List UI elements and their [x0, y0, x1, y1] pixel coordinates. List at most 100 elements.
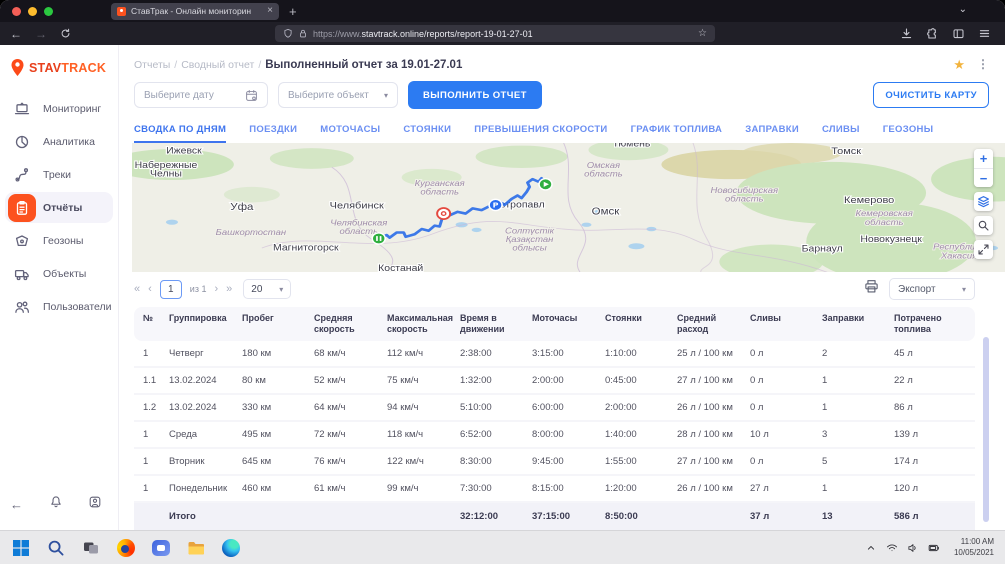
- table-cell: Четверг: [169, 348, 242, 359]
- report-tab[interactable]: ГЕОЗОНЫ: [883, 124, 934, 143]
- map[interactable]: ИжевскНабережныеЧелныУфаЧелябинскМагнито…: [132, 143, 1005, 272]
- print-button[interactable]: [864, 279, 879, 299]
- pause-marker[interactable]: [372, 233, 385, 244]
- table-cell: 2:00:00: [532, 375, 605, 386]
- browser-tab[interactable]: СтавТрак - Онлайн мониторин ×: [111, 3, 279, 20]
- sidebar-item-reports[interactable]: Отчёты: [5, 192, 113, 223]
- zoom-in-button[interactable]: +: [974, 149, 993, 168]
- window-close-button[interactable]: [12, 7, 21, 16]
- back-button[interactable]: ←: [10, 28, 22, 40]
- window-minimize-button[interactable]: [28, 7, 37, 16]
- map-region-label: Омскаяобласть: [584, 161, 623, 179]
- last-page-button[interactable]: »: [226, 284, 232, 295]
- taskbar-start-icon[interactable]: [12, 539, 30, 557]
- map-city-label: Магнитогорск: [273, 243, 339, 253]
- tray-chevron-up-icon[interactable]: [865, 542, 877, 554]
- taskbar-chat-icon[interactable]: [152, 540, 170, 556]
- sidebar-item-analytics[interactable]: Аналитика: [5, 126, 113, 157]
- tab-close-icon[interactable]: ×: [267, 6, 273, 16]
- url-bar[interactable]: https://www.stavtrack.online/reports/rep…: [275, 25, 715, 42]
- report-tab[interactable]: ПРЕВЫШЕНИЯ СКОРОСТИ: [474, 124, 607, 143]
- svg-text:P: P: [493, 201, 499, 209]
- collapse-sidebar-icon[interactable]: ←: [10, 498, 23, 511]
- app-logo: STAVTRACK: [0, 45, 118, 89]
- taskbar-task-view-icon[interactable]: [82, 539, 100, 557]
- battery-icon[interactable]: [928, 542, 940, 554]
- map-layers-button[interactable]: [974, 192, 993, 211]
- page-scrollbar[interactable]: [983, 337, 989, 522]
- favorite-star-icon[interactable]: ★: [953, 58, 965, 71]
- taskbar-apps: [8, 539, 240, 557]
- downloads-icon[interactable]: [900, 27, 913, 40]
- date-picker-input[interactable]: Выберите дату: [134, 82, 268, 108]
- map-canvas[interactable]: ИжевскНабережныеЧелныУфаЧелябинскМагнито…: [132, 143, 1005, 272]
- sidebar-item-geozones[interactable]: Геозоны: [5, 225, 113, 256]
- menu-icon[interactable]: [978, 27, 991, 40]
- map-search-button[interactable]: [974, 216, 993, 235]
- report-tab[interactable]: МОТОЧАСЫ: [320, 124, 380, 143]
- report-tab[interactable]: СВОДКА ПО ДНЯМ: [134, 124, 226, 143]
- table-row[interactable]: 1Четверг180 км68 км/ч112 км/ч2:38:003:15…: [134, 341, 975, 368]
- taskbar-search-icon[interactable]: [47, 539, 65, 557]
- lock-icon[interactable]: [298, 28, 308, 39]
- report-tab[interactable]: СЛИВЫ: [822, 124, 860, 143]
- tracking-shield-icon[interactable]: [283, 28, 293, 39]
- sidebar-item-monitoring[interactable]: Мониторинг: [5, 93, 113, 124]
- breadcrumb-separator: /: [174, 59, 177, 71]
- current-page-input[interactable]: 1: [160, 280, 182, 299]
- extensions-icon[interactable]: [926, 27, 939, 40]
- reload-button[interactable]: [60, 28, 71, 39]
- account-icon[interactable]: [88, 495, 102, 514]
- report-tab[interactable]: ПОЕЗДКИ: [249, 124, 297, 143]
- volume-icon[interactable]: [907, 542, 919, 554]
- report-tab[interactable]: СТОЯНКИ: [403, 124, 451, 143]
- bookmark-star-icon[interactable]: ☆: [698, 28, 707, 39]
- table-row[interactable]: 1Понедельник460 км61 км/ч99 км/ч7:30:008…: [134, 476, 975, 503]
- table-row[interactable]: 1Вторник645 км76 км/ч122 км/ч8:30:009:45…: [134, 449, 975, 476]
- report-tab[interactable]: ГРАФИК ТОПЛИВА: [631, 124, 723, 143]
- window-maximize-button[interactable]: [44, 7, 53, 16]
- clear-map-button[interactable]: ОЧИСТИТЬ КАРТУ: [873, 82, 989, 108]
- parking-marker[interactable]: P: [489, 199, 502, 210]
- zoom-out-button[interactable]: −: [974, 168, 993, 187]
- logo-text: STAVTRACK: [29, 59, 106, 77]
- taskbar-firefox-icon[interactable]: [117, 539, 135, 557]
- map-fullscreen-button[interactable]: [974, 240, 993, 259]
- table-row[interactable]: 1.113.02.202480 км52 км/ч75 км/ч1:32:002…: [134, 368, 975, 395]
- table-cell: 180 км: [242, 348, 314, 359]
- taskbar-file-explorer-icon[interactable]: [187, 539, 205, 557]
- object-select[interactable]: Выберите объект ▾: [278, 82, 398, 108]
- breadcrumb-item[interactable]: Отчеты: [134, 59, 170, 71]
- breadcrumb-item[interactable]: Сводный отчет: [181, 59, 254, 71]
- table-cell: 28 л / 100 км: [677, 429, 750, 440]
- sidebar-toggle-icon[interactable]: [952, 27, 965, 40]
- taskbar-edge-icon[interactable]: [222, 539, 240, 557]
- next-page-button[interactable]: ›: [214, 284, 218, 295]
- calendar-icon: [245, 89, 258, 102]
- finish-marker[interactable]: [539, 179, 552, 190]
- notifications-bell-icon[interactable]: [49, 495, 63, 514]
- table-cell: 139 л: [894, 429, 975, 440]
- sidebar-item-tracks[interactable]: Треки: [5, 159, 113, 190]
- report-tab[interactable]: ЗАПРАВКИ: [745, 124, 799, 143]
- taskbar-clock[interactable]: 11:00 AM 10/05/2021: [954, 537, 997, 558]
- prev-page-button[interactable]: ‹: [148, 284, 152, 295]
- page-size-select[interactable]: 20 ▾: [243, 279, 291, 299]
- kebab-menu-icon[interactable]: ⋮: [977, 58, 989, 70]
- wifi-icon[interactable]: [886, 542, 898, 554]
- table-row[interactable]: 1.213.02.2024330 км64 км/ч94 км/ч5:10:00…: [134, 395, 975, 422]
- forward-button[interactable]: →: [35, 28, 47, 40]
- run-report-button[interactable]: ВЫПОЛНИТЬ ОТЧЕТ: [408, 81, 542, 109]
- table-row[interactable]: 1Среда495 км72 км/ч118 км/ч6:52:008:00:0…: [134, 422, 975, 449]
- tab-list-chevron-icon[interactable]: ⌄: [959, 4, 967, 15]
- new-tab-button[interactable]: +: [289, 4, 297, 19]
- export-select[interactable]: Экспорт ▾: [889, 278, 975, 300]
- table-cell: 2:38:00: [460, 348, 532, 359]
- table-cell: 330 км: [242, 402, 314, 413]
- sidebar-item-users[interactable]: Пользователи: [5, 291, 113, 322]
- overspeed-marker[interactable]: [437, 208, 450, 219]
- table-cell: 122 км/ч: [387, 456, 460, 467]
- sidebar-item-objects[interactable]: Объекты: [5, 258, 113, 289]
- first-page-button[interactable]: «: [134, 284, 140, 295]
- table-cell: 76 км/ч: [314, 456, 387, 467]
